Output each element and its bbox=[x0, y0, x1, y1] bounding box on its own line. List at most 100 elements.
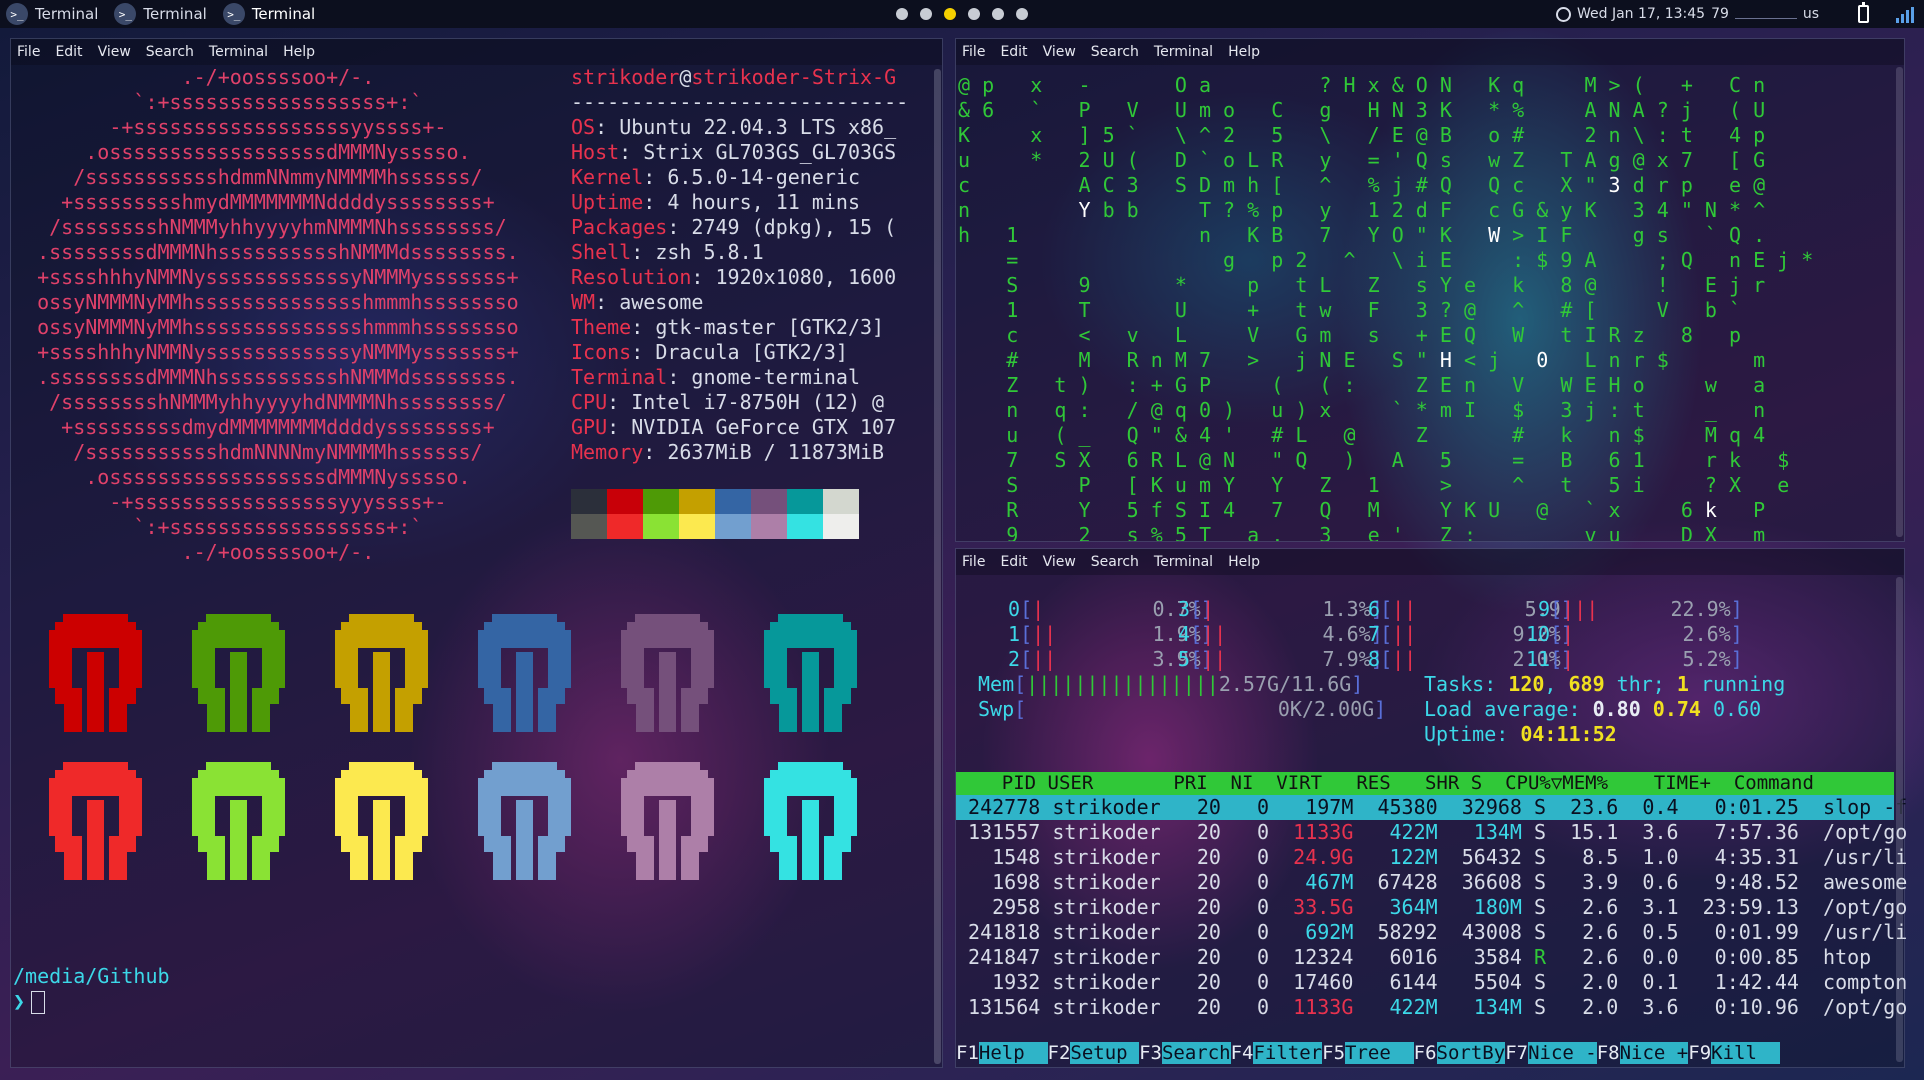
cpu-bar: | bbox=[1562, 622, 1671, 646]
process-row[interactable]: 1932 strikoder 20 0 17460 6144 5504 S 2.… bbox=[956, 970, 1907, 995]
scrollbar[interactable] bbox=[1896, 577, 1903, 1062]
ascii-art-line: .ssssssssdMMMNhsssssssssshNMMMdssssssss. bbox=[13, 365, 519, 389]
matrix-line: & 6 ` P V U m o C g H N 3 K * % A N A ? … bbox=[958, 98, 1766, 122]
meter-bracket: ] bbox=[1730, 597, 1743, 621]
process-row[interactable]: 1548 strikoder 20 0 24.9G 122M 56432 S 8… bbox=[956, 845, 1907, 870]
scrollbar[interactable] bbox=[1896, 67, 1903, 537]
user: strikoder bbox=[1052, 845, 1185, 869]
menu-item-view[interactable]: View bbox=[1043, 44, 1076, 60]
process-table-header[interactable]: PID USER PRI NI VIRT RES SHR S CPU%▽MEM%… bbox=[956, 772, 1894, 795]
clock-icon bbox=[1556, 6, 1571, 22]
user: strikoder bbox=[1052, 995, 1185, 1019]
color-swatch bbox=[823, 489, 859, 514]
menu-item-help[interactable]: Help bbox=[1228, 44, 1260, 60]
fkey-f5[interactable]: F5Tree bbox=[1322, 1042, 1414, 1064]
info-value: NVIDIA GeForce GTX 107 bbox=[631, 415, 897, 439]
shell-prompt[interactable]: /media/Github ❯ bbox=[13, 964, 170, 1014]
load-15: 0.60 bbox=[1713, 697, 1762, 721]
load-5: 0.74 bbox=[1652, 697, 1701, 721]
nice: 0 bbox=[1232, 820, 1282, 844]
menu-item-search[interactable]: Search bbox=[1091, 44, 1139, 60]
cpu-percent: 2.0 bbox=[1558, 995, 1631, 1019]
taskbar-tab[interactable]: >_ Terminal bbox=[217, 0, 325, 28]
process-row[interactable]: 1698 strikoder 20 0 467M 67428 36608 S 3… bbox=[956, 870, 1907, 895]
process-row[interactable]: 2958 strikoder 20 0 33.5G 364M 180M S 2.… bbox=[956, 895, 1907, 920]
menu-item-help[interactable]: Help bbox=[283, 44, 315, 60]
user: strikoder bbox=[1052, 895, 1185, 919]
fkey-f1[interactable]: F1Help bbox=[956, 1042, 1048, 1064]
res: 58292 bbox=[1365, 920, 1450, 944]
menu-item-edit[interactable]: Edit bbox=[55, 44, 82, 60]
workspace-dot[interactable] bbox=[968, 8, 980, 20]
matrix-line: Z t ) : + G P ( ( : Z E n V W E H o w a bbox=[1006, 373, 1766, 397]
time: 4:35.31 bbox=[1690, 845, 1824, 869]
process-table[interactable]: 242778 strikoder 20 0 197M 45380 32968 S… bbox=[956, 795, 1907, 1020]
mem-percent: 0.4 bbox=[1630, 795, 1691, 819]
battery-icon[interactable] bbox=[1858, 2, 1869, 23]
cpu-meter: 9[||| 22.9%] bbox=[1526, 597, 1743, 622]
mem-percent: 3.1 bbox=[1630, 895, 1691, 919]
info-value: gtk-master [GTK2/3] bbox=[655, 315, 885, 339]
menu-item-help[interactable]: Help bbox=[1228, 554, 1260, 570]
fkey-f8[interactable]: F8Nice + bbox=[1597, 1042, 1689, 1064]
menu-item-view[interactable]: View bbox=[1043, 554, 1076, 570]
mem-percent: 0.0 bbox=[1630, 945, 1691, 969]
state: S bbox=[1534, 845, 1559, 869]
info-colon: : bbox=[595, 290, 620, 314]
res: 6144 bbox=[1365, 970, 1450, 994]
terminal-window-matrix[interactable]: File Edit View Search Terminal Help @ p x - O… bbox=[955, 38, 1905, 542]
menu-item-terminal[interactable]: Terminal bbox=[1154, 554, 1213, 570]
menu-item-file[interactable]: File bbox=[17, 44, 40, 60]
fkey-f4[interactable]: F4Filter bbox=[1231, 1042, 1323, 1064]
fkey-f6[interactable]: F6SortBy bbox=[1414, 1042, 1506, 1064]
terminal-window-neofetch[interactable]: File Edit View Search Terminal Help .-/+oosss… bbox=[10, 38, 943, 1068]
menu-item-file[interactable]: File bbox=[962, 44, 985, 60]
scrollbar[interactable] bbox=[934, 69, 941, 1064]
cpu-percent: 3.9 bbox=[1558, 870, 1631, 894]
fkey-f7[interactable]: F7Nice - bbox=[1505, 1042, 1597, 1064]
signal-icon[interactable] bbox=[1896, 7, 1916, 23]
taskbar-tab[interactable]: >_ Terminal bbox=[108, 0, 216, 28]
menu-item-search[interactable]: Search bbox=[1091, 554, 1139, 570]
fkey-f3[interactable]: F3Search bbox=[1139, 1042, 1231, 1064]
menu-item-edit[interactable]: Edit bbox=[1000, 554, 1027, 570]
workspace-dot[interactable] bbox=[896, 8, 908, 20]
helmet-icon bbox=[621, 762, 714, 880]
fkey-f2[interactable]: F2Setup bbox=[1048, 1042, 1140, 1064]
color-swatch bbox=[571, 489, 607, 514]
workspace-dot[interactable] bbox=[1016, 8, 1028, 20]
workspace-dot[interactable] bbox=[944, 8, 956, 20]
running-count: 1 bbox=[1676, 672, 1689, 696]
process-row[interactable]: 241847 strikoder 20 0 12324 6016 3584 R … bbox=[956, 945, 1894, 970]
workspace-dot[interactable] bbox=[920, 8, 932, 20]
matrix-rain: @ p x - O a ? H x & O N K q M > ( + C n &… bbox=[956, 65, 1906, 541]
menu-item-file[interactable]: File bbox=[962, 554, 985, 570]
cpu-percent: 5.2% bbox=[1670, 647, 1731, 671]
ascii-art-line: /sssssssshNMMMyhhyyyyhmNMMMNhssssssss/ bbox=[13, 215, 507, 239]
fkey-label: Search bbox=[1161, 1042, 1231, 1064]
info-key: WM bbox=[571, 290, 596, 314]
ascii-art-line: .ossssssssssssssssssdMMMNysssso. bbox=[13, 140, 471, 164]
menu-item-terminal[interactable]: Terminal bbox=[209, 44, 268, 60]
menu-item-view[interactable]: View bbox=[98, 44, 131, 60]
info-key: Icons bbox=[571, 340, 632, 364]
process-row[interactable]: 242778 strikoder 20 0 197M 45380 32968 S… bbox=[956, 795, 1907, 820]
process-row[interactable]: 241818 strikoder 20 0 692M 58292 43008 S… bbox=[956, 920, 1907, 945]
ascii-art-line: +sssssssssdmydMMMMMMMMddddyssssssss+ bbox=[13, 415, 495, 439]
menu-item-edit[interactable]: Edit bbox=[1000, 44, 1027, 60]
workspace-dot[interactable] bbox=[992, 8, 1004, 20]
virt: 197M bbox=[1281, 795, 1366, 819]
res: 122M bbox=[1365, 845, 1450, 869]
process-row[interactable]: 131557 strikoder 20 0 1133G 422M 134M S … bbox=[956, 820, 1907, 845]
helmet-art-grid bbox=[49, 614, 857, 880]
taskbar-tab[interactable]: >_ Terminal bbox=[0, 0, 108, 28]
info-colon: : bbox=[667, 215, 692, 239]
cpu-bar: || bbox=[1392, 622, 1501, 646]
fkey-f9[interactable]: F9Kill bbox=[1688, 1042, 1780, 1064]
menu-item-search[interactable]: Search bbox=[146, 44, 194, 60]
terminal-window-htop[interactable]: File Edit View Search Terminal Help 0[| 0.7%]… bbox=[955, 548, 1907, 1068]
menu-item-terminal[interactable]: Terminal bbox=[1154, 44, 1213, 60]
fkey-label: Setup bbox=[1070, 1042, 1140, 1064]
process-row[interactable]: 131564 strikoder 20 0 1133G 422M 134M S … bbox=[956, 995, 1907, 1020]
text-cursor[interactable] bbox=[31, 991, 46, 1014]
